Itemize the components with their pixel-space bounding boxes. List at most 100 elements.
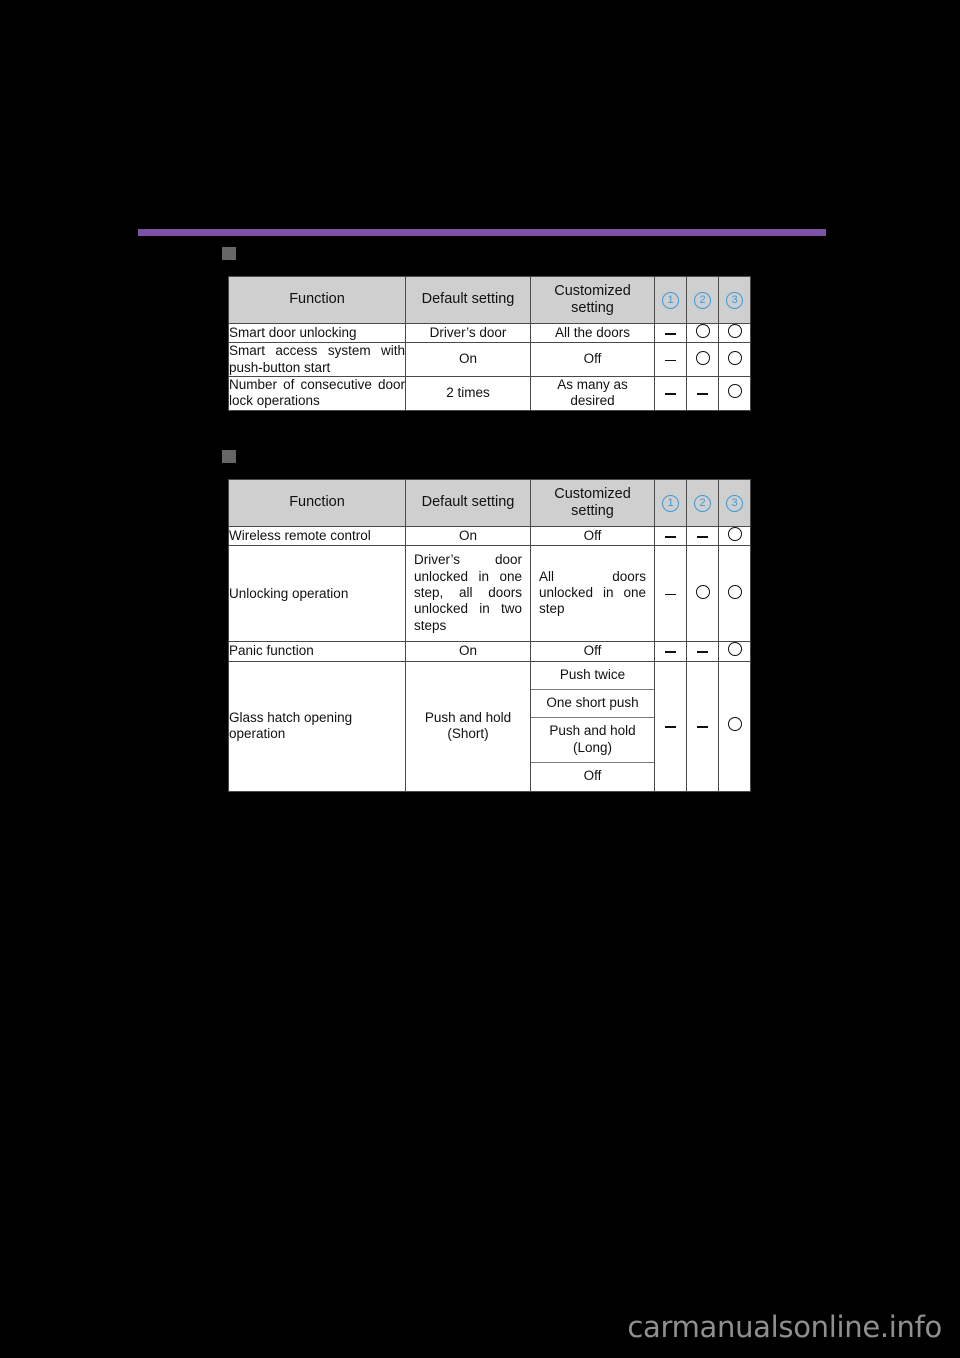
circle-mark-icon	[695, 324, 710, 338]
customized-setting-line-1: As many as	[557, 377, 628, 393]
cell-function: Number of consecutive door lock operatio…	[228, 376, 406, 411]
dash-mark-icon	[665, 536, 676, 538]
cell-mark-3	[718, 545, 751, 643]
customized-setting-line-2: setting	[571, 300, 614, 316]
customized-setting-line-2: desired	[570, 393, 615, 409]
cell-mark-2	[686, 525, 719, 547]
cell-default-setting: Driver’s door	[405, 322, 531, 344]
dash-mark-icon	[697, 651, 708, 654]
column-header-index-1: 1	[654, 276, 687, 324]
circle-mark-icon	[695, 584, 710, 599]
circle-mark-icon	[727, 527, 742, 541]
dash-mark-icon	[665, 726, 676, 728]
column-header-default-setting: Default setting	[405, 276, 531, 324]
cell-function: Glass hatch opening operation	[228, 660, 406, 792]
dash-mark-icon	[697, 536, 708, 538]
column-header-default-setting: Default setting	[405, 479, 531, 527]
dash-mark-icon	[665, 359, 676, 362]
header-rule	[138, 229, 826, 236]
cell-customized-setting: All doors unlocked in one step	[530, 545, 655, 643]
circled-number-2-icon: 2	[694, 495, 711, 512]
circle-mark-icon	[727, 717, 742, 732]
circled-number-2-icon: 2	[694, 292, 711, 309]
option-off: Off	[583, 768, 602, 784]
column-header-index-2: 2	[686, 276, 719, 324]
circle-mark-icon	[727, 642, 742, 657]
option-one-short-push: One short push	[531, 689, 654, 719]
manual-page: Function Default setting Customized sett…	[0, 0, 960, 1358]
cell-default-setting: On	[405, 342, 531, 378]
cell-customized-setting: As many as desired	[530, 376, 655, 411]
option-push-and-hold-long: Push and hold (Long)	[531, 717, 654, 764]
customization-table-one: Function Default setting Customized sett…	[228, 276, 751, 411]
table-row: Unlocking operation Driver’s door unlock…	[228, 545, 751, 643]
dash-mark-icon	[697, 726, 708, 728]
cell-mark-1	[654, 660, 687, 792]
column-header-index-3: 3	[718, 276, 751, 324]
cell-customized-setting: Off	[530, 641, 655, 662]
circle-mark-icon	[695, 350, 710, 365]
cell-function: Smart door unlocking	[228, 322, 406, 344]
cell-customized-setting-options: Push twice One short push Push and hold …	[530, 660, 655, 792]
cell-function: Panic function	[228, 641, 406, 662]
default-setting-line-2: (Short)	[447, 726, 489, 742]
cell-mark-1	[654, 376, 687, 411]
cell-mark-2	[686, 342, 719, 378]
dash-mark-icon	[665, 333, 676, 335]
dash-mark-icon	[665, 593, 676, 596]
circled-number-1-icon: 1	[662, 495, 679, 512]
cell-customized-setting: Off	[530, 342, 655, 378]
column-header-index-2: 2	[686, 479, 719, 527]
cell-mark-2	[686, 376, 719, 411]
cell-function: Wireless remote control	[228, 525, 406, 547]
option-line-2: (Long)	[572, 739, 613, 755]
circled-number-3-icon: 3	[726, 495, 743, 512]
column-header-index-1: 1	[654, 479, 687, 527]
cell-customized-setting: All the doors	[530, 322, 655, 344]
cell-mark-2	[686, 545, 719, 643]
cell-mark-1	[654, 342, 687, 378]
customized-setting-line-1: Customized	[554, 282, 631, 299]
column-header-index-3: 3	[718, 479, 751, 527]
cell-customized-setting: Off	[530, 525, 655, 547]
section-bullet-two	[222, 450, 236, 463]
cell-mark-3	[718, 342, 751, 378]
option-row: Push twice	[531, 661, 654, 690]
column-header-function: Function	[228, 276, 406, 324]
cell-mark-3	[718, 525, 751, 547]
option-push-twice: Push twice	[531, 661, 654, 690]
cell-mark-1	[654, 322, 687, 344]
table-row: Smart door unlocking Driver’s door All t…	[228, 322, 751, 344]
cell-mark-3	[718, 641, 751, 662]
circled-number-1-icon: 1	[662, 292, 679, 309]
dash-mark-icon	[665, 651, 676, 654]
cell-mark-1	[654, 641, 687, 662]
circle-mark-icon	[727, 324, 742, 338]
cell-mark-2	[686, 641, 719, 662]
table: Function Default setting Customized sett…	[228, 276, 751, 411]
table-row: Number of consecutive door lock operatio…	[228, 376, 751, 411]
cell-mark-3	[718, 376, 751, 411]
customized-setting-line-2: setting	[571, 503, 614, 519]
table: Function Default setting Customized sett…	[228, 479, 751, 792]
circle-mark-icon	[727, 584, 742, 599]
cell-default-setting: 2 times	[405, 376, 531, 411]
option-row: Off	[531, 763, 654, 791]
site-watermark: carmanualsonline.info	[627, 1310, 942, 1344]
cell-mark-2	[686, 322, 719, 344]
table-row: Glass hatch opening operation Push and h…	[228, 660, 751, 792]
column-header-function: Function	[228, 479, 406, 527]
cell-default-setting: On	[405, 525, 531, 547]
customized-options-table: Push twice One short push Push and hold …	[531, 661, 654, 791]
table-row: Panic function On Off	[228, 641, 751, 662]
column-header-customized-setting: Customized setting	[530, 479, 655, 527]
dash-mark-icon	[665, 393, 676, 396]
circle-mark-icon	[727, 350, 742, 365]
cell-function: Smart access system with push-button sta…	[228, 342, 406, 378]
cell-default-setting: Push and hold (Short)	[405, 660, 531, 792]
section-bullet-one	[222, 247, 236, 260]
table-row: Smart access system with push-button sta…	[228, 342, 751, 378]
circle-mark-icon	[727, 384, 742, 399]
customized-setting-line-1: Customized	[554, 485, 631, 502]
cell-default-setting: On	[405, 641, 531, 662]
